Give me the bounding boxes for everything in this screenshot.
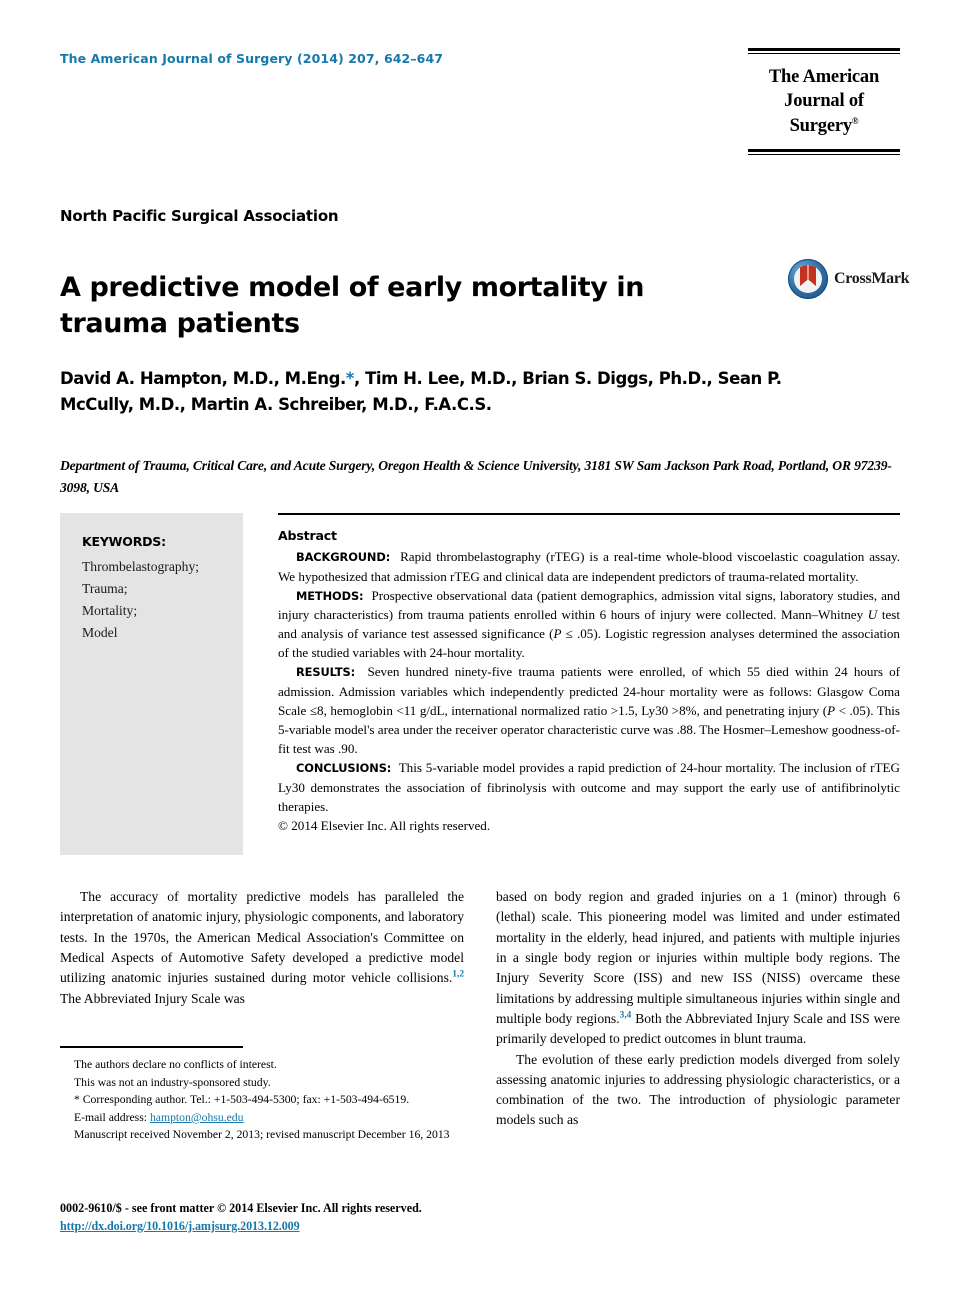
affiliation: Department of Trauma, Critical Care, and… xyxy=(60,458,892,496)
keyword-item: Mortality; xyxy=(82,603,138,619)
author-names: David A. Hampton, M.D., M.Eng. xyxy=(60,369,346,388)
keyword-item: Trauma; xyxy=(82,581,128,597)
body-paragraph: The accuracy of mortality predictive mod… xyxy=(60,887,464,1009)
masthead: The American Journal of Surgery (2014) 2… xyxy=(60,48,900,168)
statistic-symbol-p-results: P xyxy=(827,702,836,718)
abstract-results: RESULTS: Seven hundred ninety-five traum… xyxy=(278,662,900,758)
abstract-heading: Abstract xyxy=(278,528,337,543)
keyword-item: Model xyxy=(82,625,118,641)
logo-line-two-text: Journal of Surgery xyxy=(784,91,864,136)
abstract-methods-text-1: Prospective observational data (patient … xyxy=(278,587,900,622)
page-title: A predictive model of early mortality in… xyxy=(60,272,645,340)
corresponding-author-marker: * xyxy=(345,369,355,388)
footnote-sponsorship: This was not an industry-sponsored study… xyxy=(74,1075,271,1089)
body-paragraph: The evolution of these early prediction … xyxy=(496,1051,900,1128)
logo-line-two: Journal of Surgery® xyxy=(748,89,900,138)
body-paragraph: based on body region and graded injuries… xyxy=(496,887,900,1050)
footer: 0002-9610/$ - see front matter © 2014 El… xyxy=(60,1200,560,1235)
abstract-methods: METHODS: Prospective observational data … xyxy=(278,586,900,663)
crossmark-icon-inner xyxy=(794,265,822,293)
footnote-conflicts: The authors declare no conflicts of inte… xyxy=(74,1058,277,1071)
journal-reference: The American Journal of Surgery (2014) 2… xyxy=(60,51,444,66)
keywords-box: KEYWORDS: Thrombelastography; Trauma; Mo… xyxy=(60,513,243,855)
crossmark-icon xyxy=(788,259,828,299)
body-text-part-1: The accuracy of mortality predictive mod… xyxy=(60,889,464,986)
keywords-list: Thrombelastography; Trauma; Mortality; M… xyxy=(82,556,199,644)
footnote-divider xyxy=(60,1046,243,1048)
doi-link[interactable]: http://dx.doi.org/10.1016/j.amjsurg.2013… xyxy=(60,1219,300,1233)
keywords-heading: KEYWORDS: xyxy=(82,534,166,549)
body-column-right: based on body region and graded injuries… xyxy=(496,887,900,1131)
abstract-conclusions-label: CONCLUSIONS: xyxy=(296,761,392,776)
body-column-left: The accuracy of mortality predictive mod… xyxy=(60,887,464,1009)
abstract-background: BACKGROUND: Rapid thrombelastography (rT… xyxy=(278,547,900,585)
footnotes: The authors declare no conflicts of inte… xyxy=(60,1056,464,1144)
abstract-background-label: BACKGROUND: xyxy=(296,550,391,565)
footnote-email: E-mail address: hampton@ohsu.edu xyxy=(60,1109,464,1127)
footnote-manuscript-dates: Manuscript received November 2, 2013; re… xyxy=(74,1128,450,1142)
abstract-results-label: RESULTS: xyxy=(296,665,356,680)
footnote-corresponding-author: * Corresponding author. Tel.: +1-503-494… xyxy=(74,1093,410,1107)
abstract-methods-label: METHODS: xyxy=(296,588,364,603)
author-list: David A. Hampton, M.D., M.Eng.*, Tim H. … xyxy=(60,366,860,419)
logo-rule-top xyxy=(748,48,900,54)
body-text-part-1: based on body region and graded injuries… xyxy=(496,889,900,1026)
abstract-results-text-1: Seven hundred ninety-five trauma patient… xyxy=(278,664,900,718)
email-label: E-mail address: xyxy=(74,1110,148,1124)
abstract-section: Abstract BACKGROUND: Rapid thrombelastog… xyxy=(278,527,900,835)
abstract-copyright: © 2014 Elsevier Inc. All rights reserved… xyxy=(278,817,491,833)
statistic-symbol-u: U xyxy=(867,606,878,622)
issn-copyright-line: 0002-9610/$ - see front matter © 2014 El… xyxy=(60,1201,422,1215)
body-text-part-2: The Abbreviated Injury Scale was xyxy=(60,990,245,1006)
statistic-symbol-p: P xyxy=(553,626,562,642)
society-name: North Pacific Surgical Association xyxy=(60,207,339,225)
abstract-divider xyxy=(278,513,900,515)
logo-rule-bottom xyxy=(748,149,900,156)
journal-article-page: The American Journal of Surgery (2014) 2… xyxy=(0,0,960,1290)
crossmark-ribbon-icon xyxy=(800,265,816,286)
email-link[interactable]: hampton@ohsu.edu xyxy=(150,1111,244,1124)
journal-logo: The American Journal of Surgery® xyxy=(748,48,900,156)
crossmark-badge[interactable]: CrossMark xyxy=(788,258,910,300)
keyword-item: Thrombelastography; xyxy=(82,559,200,574)
citation-reference: 3,4 xyxy=(619,1010,632,1021)
registered-mark: ® xyxy=(851,115,859,126)
crossmark-label: CrossMark xyxy=(834,270,910,287)
abstract-conclusions: CONCLUSIONS: This 5-variable model provi… xyxy=(278,758,900,816)
logo-line-one: The American xyxy=(768,67,880,87)
citation-reference: 1,2 xyxy=(452,969,464,980)
